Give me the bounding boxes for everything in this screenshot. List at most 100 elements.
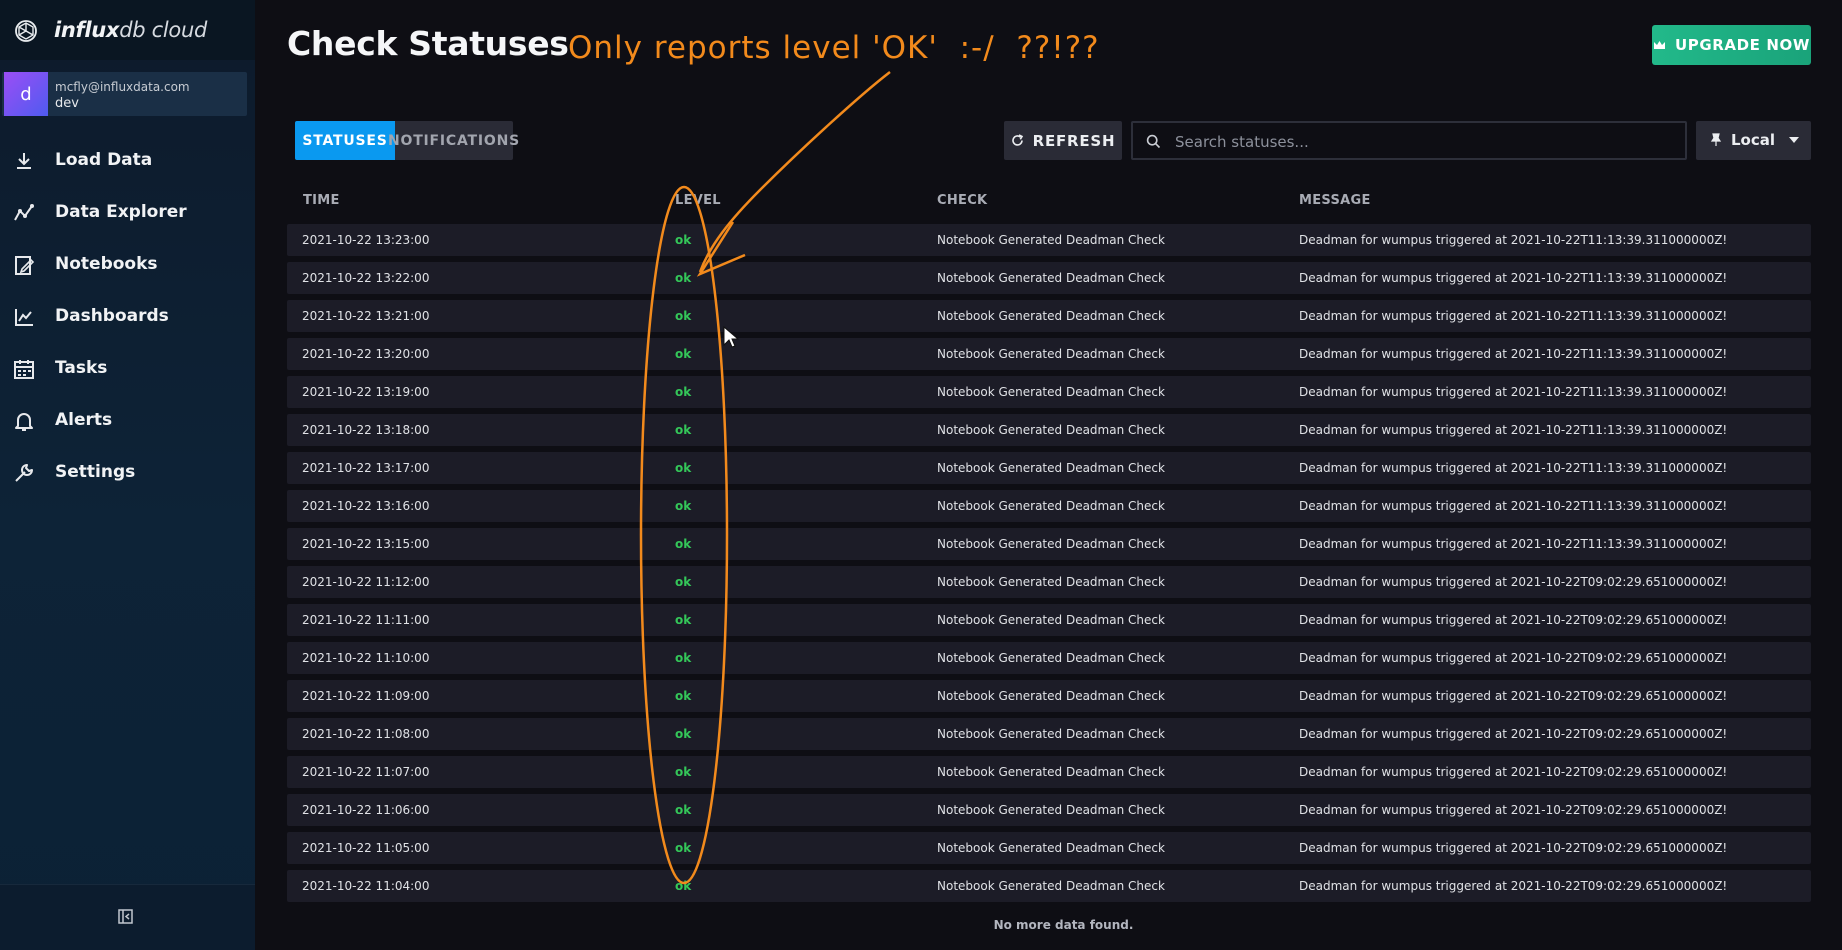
sidebar-item-dashboards[interactable]: Dashboards xyxy=(0,291,255,343)
time-cell: 2021-10-22 11:12:00 xyxy=(302,575,430,589)
column-header-check[interactable]: CHECK xyxy=(937,193,987,208)
timezone-dropdown[interactable]: Local xyxy=(1696,121,1811,160)
table-row[interactable]: 2021-10-22 13:21:00 ok Notebook Generated … xyxy=(287,300,1811,332)
check-cell: Notebook Generated Deadman Check xyxy=(937,347,1165,361)
level-cell: ok xyxy=(675,765,692,779)
no-more-data-message: No more data found. xyxy=(993,918,1134,932)
check-cell: Notebook Generated Deadman Check xyxy=(937,765,1165,779)
tab-statuses[interactable]: STATUSES xyxy=(295,121,395,160)
table-row[interactable]: 2021-10-22 11:04:00 ok Notebook Generated … xyxy=(287,870,1811,902)
sidebar-item-label: Dashboards xyxy=(55,306,169,326)
level-cell: ok xyxy=(675,537,692,551)
check-cell: Notebook Generated Deadman Check xyxy=(937,309,1165,323)
message-cell: Deadman for wumpus triggered at 2021-10-… xyxy=(1299,537,1728,551)
sidebar-item-notebooks[interactable]: Notebooks xyxy=(0,239,255,291)
time-cell: 2021-10-22 11:04:00 xyxy=(302,879,430,893)
level-cell: ok xyxy=(675,613,692,627)
table-row[interactable]: 2021-10-22 13:16:00 ok Notebook Generated … xyxy=(287,490,1811,522)
table-row[interactable]: 2021-10-22 13:20:00 ok Notebook Generated … xyxy=(287,338,1811,370)
refresh-icon xyxy=(1011,134,1023,146)
upgrade-now-label: UPGRADE NOW xyxy=(1674,36,1810,54)
level-cell: ok xyxy=(675,879,692,893)
account-switcher[interactable]: d mcfly@influxdata.com dev xyxy=(2,72,247,116)
sidebar-item-label: Settings xyxy=(55,462,136,482)
table-row[interactable]: 2021-10-22 11:06:00 ok Notebook Generated … xyxy=(287,794,1811,826)
time-cell: 2021-10-22 13:22:00 xyxy=(302,271,430,285)
table-row[interactable]: 2021-10-22 11:12:00 ok Notebook Generated … xyxy=(287,566,1811,598)
account-email: mcfly@influxdata.com xyxy=(55,80,190,94)
check-cell: Notebook Generated Deadman Check xyxy=(937,575,1165,589)
check-cell: Notebook Generated Deadman Check xyxy=(937,385,1165,399)
account-org: dev xyxy=(55,96,79,111)
time-cell: 2021-10-22 11:06:00 xyxy=(302,803,430,817)
table-row[interactable]: 2021-10-22 11:05:00 ok Notebook Generated … xyxy=(287,832,1811,864)
table-row[interactable]: 2021-10-22 13:23:00 ok Notebook Generated … xyxy=(287,224,1811,256)
time-cell: 2021-10-22 13:15:00 xyxy=(302,537,430,551)
level-cell: ok xyxy=(675,689,692,703)
level-cell: ok xyxy=(675,651,692,665)
bell-icon xyxy=(15,413,33,431)
level-cell: ok xyxy=(675,461,692,475)
table-row[interactable]: 2021-10-22 11:10:00 ok Notebook Generated … xyxy=(287,642,1811,674)
sidebar-item-load-data[interactable]: Load Data xyxy=(0,135,255,187)
chevron-down-icon xyxy=(1789,137,1799,143)
table-row[interactable]: 2021-10-22 11:11:00 ok Notebook Generated … xyxy=(287,604,1811,636)
table-row[interactable]: 2021-10-22 13:17:00 ok Notebook Generated … xyxy=(287,452,1811,484)
message-cell: Deadman for wumpus triggered at 2021-10-… xyxy=(1299,233,1728,247)
sidebar-item-tasks[interactable]: Tasks xyxy=(0,343,255,395)
level-cell: ok xyxy=(675,575,692,589)
sidebar-item-alerts[interactable]: Alerts xyxy=(0,395,255,447)
check-cell: Notebook Generated Deadman Check xyxy=(937,423,1165,437)
message-cell: Deadman for wumpus triggered at 2021-10-… xyxy=(1299,803,1728,817)
sidebar: influxdb cloud d mcfly@influxdata.com de… xyxy=(0,0,255,950)
level-cell: ok xyxy=(675,233,692,247)
level-cell: ok xyxy=(675,271,692,285)
time-cell: 2021-10-22 13:18:00 xyxy=(302,423,430,437)
time-cell: 2021-10-22 13:23:00 xyxy=(302,233,430,247)
table-row[interactable]: 2021-10-22 13:22:00 ok Notebook Generated … xyxy=(287,262,1811,294)
time-cell: 2021-10-22 11:09:00 xyxy=(302,689,430,703)
level-cell: ok xyxy=(675,727,692,741)
upgrade-now-button[interactable]: UPGRADE NOW xyxy=(1652,25,1811,65)
table-row[interactable]: 2021-10-22 13:19:00 ok Notebook Generated … xyxy=(287,376,1811,408)
message-cell: Deadman for wumpus triggered at 2021-10-… xyxy=(1299,841,1728,855)
brand-wordmark: influxdb cloud xyxy=(54,18,207,42)
column-header-time[interactable]: TIME xyxy=(303,193,340,208)
search-input[interactable] xyxy=(1173,123,1677,160)
message-cell: Deadman for wumpus triggered at 2021-10-… xyxy=(1299,765,1728,779)
check-cell: Notebook Generated Deadman Check xyxy=(937,537,1165,551)
time-cell: 2021-10-22 13:21:00 xyxy=(302,309,430,323)
collapse-sidebar-button[interactable] xyxy=(0,884,255,950)
check-cell: Notebook Generated Deadman Check xyxy=(937,233,1165,247)
sidebar-item-settings[interactable]: Settings xyxy=(0,447,255,499)
column-header-message[interactable]: MESSAGE xyxy=(1299,193,1371,208)
sidebar-item-label: Load Data xyxy=(55,150,153,170)
time-cell: 2021-10-22 13:17:00 xyxy=(302,461,430,475)
status-tabs: STATUSES NOTIFICATIONS xyxy=(295,121,519,160)
message-cell: Deadman for wumpus triggered at 2021-10-… xyxy=(1299,385,1728,399)
download-icon xyxy=(17,153,31,169)
table-row[interactable]: 2021-10-22 11:09:00 ok Notebook Generated … xyxy=(287,680,1811,712)
search-statuses-field[interactable] xyxy=(1131,121,1687,160)
sidebar-item-label: Data Explorer xyxy=(55,202,187,222)
message-cell: Deadman for wumpus triggered at 2021-10-… xyxy=(1299,271,1728,285)
sidebar-nav: Load Data Data Explorer Notebooks Dashbo… xyxy=(0,135,255,499)
search-icon xyxy=(1146,134,1161,149)
check-cell: Notebook Generated Deadman Check xyxy=(937,879,1165,893)
pin-icon xyxy=(1710,133,1722,146)
sidebar-item-data-explorer[interactable]: Data Explorer xyxy=(0,187,255,239)
message-cell: Deadman for wumpus triggered at 2021-10-… xyxy=(1299,499,1728,513)
refresh-button[interactable]: REFRESH xyxy=(1004,121,1122,160)
crown-icon xyxy=(1653,40,1665,49)
table-row[interactable]: 2021-10-22 13:15:00 ok Notebook Generated … xyxy=(287,528,1811,560)
influxdb-logo-icon xyxy=(15,20,37,42)
table-row[interactable]: 2021-10-22 13:18:00 ok Notebook Generated … xyxy=(287,414,1811,446)
level-cell: ok xyxy=(675,347,692,361)
brand-header[interactable]: influxdb cloud xyxy=(0,0,255,60)
tab-notifications[interactable]: NOTIFICATIONS xyxy=(388,121,519,160)
column-header-level[interactable]: LEVEL xyxy=(675,193,721,208)
table-row[interactable]: 2021-10-22 11:07:00 ok Notebook Generated … xyxy=(287,756,1811,788)
table-row[interactable]: 2021-10-22 11:08:00 ok Notebook Generated … xyxy=(287,718,1811,750)
time-cell: 2021-10-22 11:10:00 xyxy=(302,651,430,665)
check-cell: Notebook Generated Deadman Check xyxy=(937,271,1165,285)
